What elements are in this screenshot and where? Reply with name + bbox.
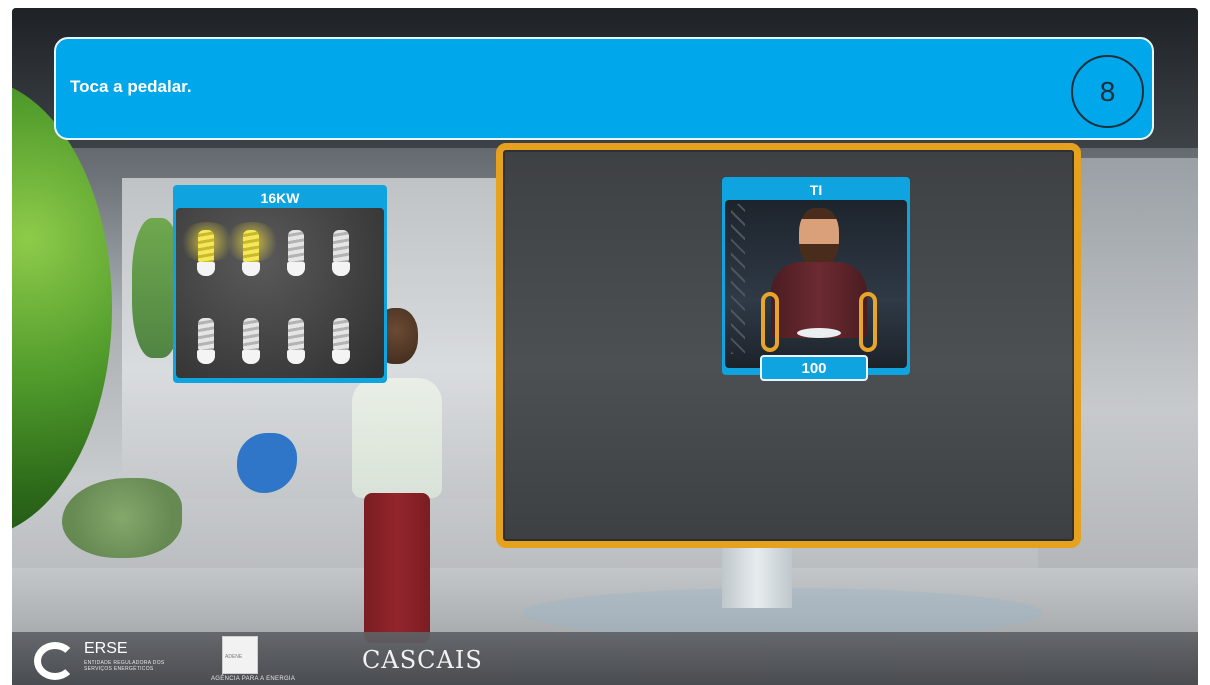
bulb-lit-icon xyxy=(223,222,281,286)
bike-handle-right xyxy=(859,292,877,352)
adene-subtitle: AGÊNCIA PARA A ENERGIA xyxy=(211,676,296,682)
bulb-off-icon xyxy=(319,314,364,374)
cascais-logo: CASCAIS xyxy=(362,646,483,674)
power-title: 16KW xyxy=(260,190,300,206)
adene-name: ADENE xyxy=(225,654,243,660)
instruction-text: Toca a pedalar. xyxy=(70,77,192,96)
presenter-legs xyxy=(364,493,430,643)
bulbs-area xyxy=(176,208,384,378)
bulb-off-icon xyxy=(274,226,319,286)
instruction-banner: Toca a pedalar. 8 xyxy=(54,37,1154,140)
countdown-timer: 8 xyxy=(1071,55,1144,128)
player-panel: TI 100 xyxy=(722,177,910,381)
bulb-base xyxy=(197,262,215,276)
power-panel: 16KW xyxy=(173,185,387,383)
bulb-base xyxy=(242,262,260,276)
stage-truss xyxy=(731,204,745,354)
bulb-glass xyxy=(288,230,304,262)
bike-handle-left xyxy=(761,292,779,352)
adene-logo: ADENE xyxy=(222,636,258,674)
bike-seat xyxy=(797,328,841,338)
bulb-glass xyxy=(333,230,349,262)
bulb-base xyxy=(332,350,350,364)
bulb-off-icon xyxy=(229,314,274,374)
sponsor-footer: ERSE ENTIDADE REGULADORA DOS SERVIÇOS EN… xyxy=(12,632,1198,685)
bulb-off-icon xyxy=(319,226,364,286)
bulb-glass xyxy=(333,318,349,350)
player-name: TI xyxy=(809,182,823,198)
bulb-grid xyxy=(178,222,364,374)
bulb-glass xyxy=(198,230,214,262)
bulb-base xyxy=(197,350,215,364)
player-avatar-view xyxy=(725,200,907,368)
bulb-base xyxy=(332,262,350,276)
avatar-body xyxy=(771,262,867,338)
presenter-torso xyxy=(352,378,442,498)
leaf-decoration xyxy=(62,478,182,558)
avatar-head xyxy=(799,208,839,268)
erse-subtitle: ENTIDADE REGULADORA DOS SERVIÇOS ENERGÉT… xyxy=(84,660,165,672)
bulb-base xyxy=(287,350,305,364)
erse-logo-icon xyxy=(34,642,76,680)
bulb-base xyxy=(287,262,305,276)
bulb-off-icon xyxy=(184,314,229,374)
bulb-glass xyxy=(288,318,304,350)
bulb-base xyxy=(242,350,260,364)
bulb-off-icon xyxy=(274,314,319,374)
erse-name: ERSE xyxy=(84,640,128,657)
game-scene: Toca a pedalar. 8 16KW TI 100 xyxy=(12,8,1198,685)
player-score: 100 xyxy=(760,355,868,381)
bulb-glass xyxy=(198,318,214,350)
bulb-glass xyxy=(243,318,259,350)
bulb-lit-icon xyxy=(178,222,236,286)
bulb-glass xyxy=(243,230,259,262)
